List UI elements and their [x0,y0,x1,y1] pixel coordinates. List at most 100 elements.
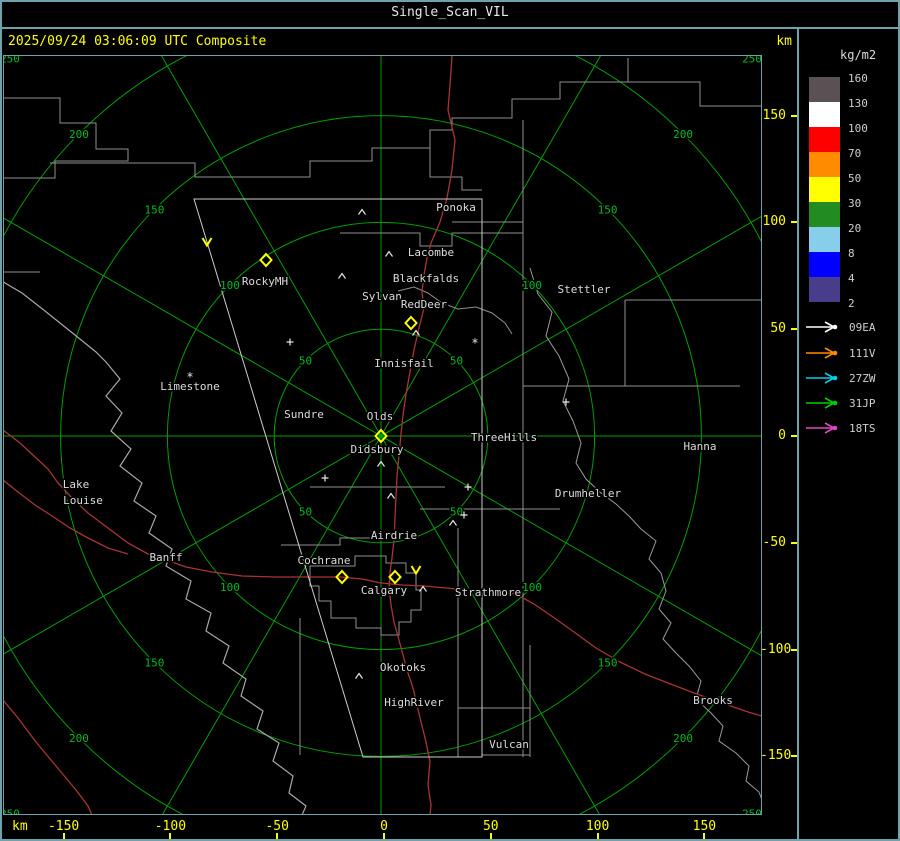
track-arrow-icon [806,397,838,409]
scale-swatch [809,177,840,202]
y-axis-tick [791,221,797,224]
city-label: Sylvan [362,290,402,303]
town-plus-marker [321,474,329,482]
x-axis-tick [596,833,599,839]
city-label: Stettler [558,283,611,296]
track-arrow-icon [806,321,838,333]
scale-swatch [809,252,840,277]
y-axis-tick [791,541,797,544]
city-label: Hanna [683,440,716,453]
track-legend-row: 27ZW [805,371,876,385]
scale-value-label: 8 [848,247,855,260]
window-title: Single_Scan_VIL [391,5,509,20]
ring-distance-label: 50 [450,354,463,367]
y-axis-tick [791,755,797,758]
y-axis-unit: km [776,34,792,49]
scale-swatch [809,227,840,252]
x-axis-tick-label: 150 [692,819,717,834]
ring-distance-label: 150 [598,657,618,670]
legend-units-label: kg/m2 [840,48,877,62]
scale-value-label: 50 [848,172,862,185]
city-label: Banff [149,551,182,564]
title-bar[interactable]: Single_Scan_VIL [0,0,900,25]
city-label: Lacombe [408,246,454,259]
y-axis-tick-label: -100 [760,641,792,657]
y-axis-tick [791,114,797,117]
scale-value-label: 2 [848,297,855,310]
ring-distance-label: 100 [220,581,240,594]
ring-distance-label: 200 [673,128,693,141]
city-label: Blackfalds [393,272,459,285]
scale-value-label: 30 [848,197,862,210]
ring-distance-label: 200 [673,732,693,745]
ring-distance-label: 200 [69,732,89,745]
track-id-label: 27ZW [849,371,876,385]
x-axis-tick [169,833,172,839]
scale-value-label: 100 [848,122,868,135]
town-caret-marker [385,250,393,257]
ring-distance-label: 50 [299,506,312,519]
y-axis-tick-label: 50 [770,321,786,337]
town-caret-marker [449,519,457,526]
window-border-left [0,0,2,841]
ring-distance-label: 50 [450,506,463,519]
ring-distance-label: 150 [145,657,165,670]
ring-distance-label: 100 [522,581,542,594]
y-axis-tick-label: -150 [760,748,792,764]
ring-distance-label: 250 [742,55,762,65]
city-label: Cochrane [298,554,351,567]
scale-value-label: 160 [848,72,868,85]
track-arrow-icon [806,347,838,359]
city-label: Calgary [361,584,408,597]
x-axis-tick [383,833,385,839]
city-label: Didsbury [351,443,404,456]
scale-swatch [809,277,840,302]
town-caret-marker [338,272,346,279]
scale-value-label: 4 [848,272,855,285]
city-label: Drumheller [555,487,622,500]
town-asterisk-marker: * [471,336,478,350]
town-caret-marker [355,672,363,679]
city-label: HighRiver [384,696,444,709]
river-line [529,267,762,801]
ring-distance-label: 50 [299,354,312,367]
radar-site-marker [388,569,402,585]
city-label: Louise [63,494,103,507]
title-separator [0,27,900,29]
radar-site-marker [404,315,418,331]
scan-timestamp: 2025/09/24 03:06:09 UTC Composite [8,34,267,49]
scale-value-label: 130 [848,97,868,110]
track-legend-row: 18TS [805,421,876,435]
x-axis-tick-label: 0 [380,819,388,834]
track-id-label: 18TS [849,421,876,435]
highway-line [3,699,93,815]
city-label: Okotoks [380,661,426,674]
city-label: Lake [63,478,90,491]
county-boundary [340,232,523,247]
city-label: RedDeer [401,298,448,311]
track-legend-row: 09EA [805,320,876,334]
city-label: Innisfail [374,357,434,370]
y-axis-tick-label: 100 [762,214,786,230]
map-canvas[interactable]: 50 100 150 200 250 50 100 150 200 250 50 100 150 200 2… [3,55,762,815]
y-axis-tick-label: 0 [778,428,786,443]
city-label: Airdrie [371,529,417,542]
track-arrow-icon [806,422,838,434]
x-axis-tick [276,833,279,839]
x-axis-tick-label: -100 [154,819,187,834]
scale-value-label: 20 [848,222,862,235]
x-axis-tick [703,833,706,839]
scale-swatch [809,202,840,227]
x-axis-tick-label: -150 [47,819,80,834]
track-id-label: 111V [849,346,876,360]
track-id-label: 31JP [849,396,876,410]
ring-distance-label: 150 [145,203,165,216]
town-caret-marker [358,208,366,215]
city-label: ThreeHills [471,431,537,444]
legend-divider [797,28,799,840]
town-caret-marker [387,492,395,499]
radar-viewer-window: Single_Scan_VIL 2025/09/24 03:06:09 UTC … [0,0,900,841]
x-axis-tick-label: 100 [585,819,610,834]
ring-distance-label: 250 [3,808,20,815]
ring-distance-label: 100 [220,279,240,292]
